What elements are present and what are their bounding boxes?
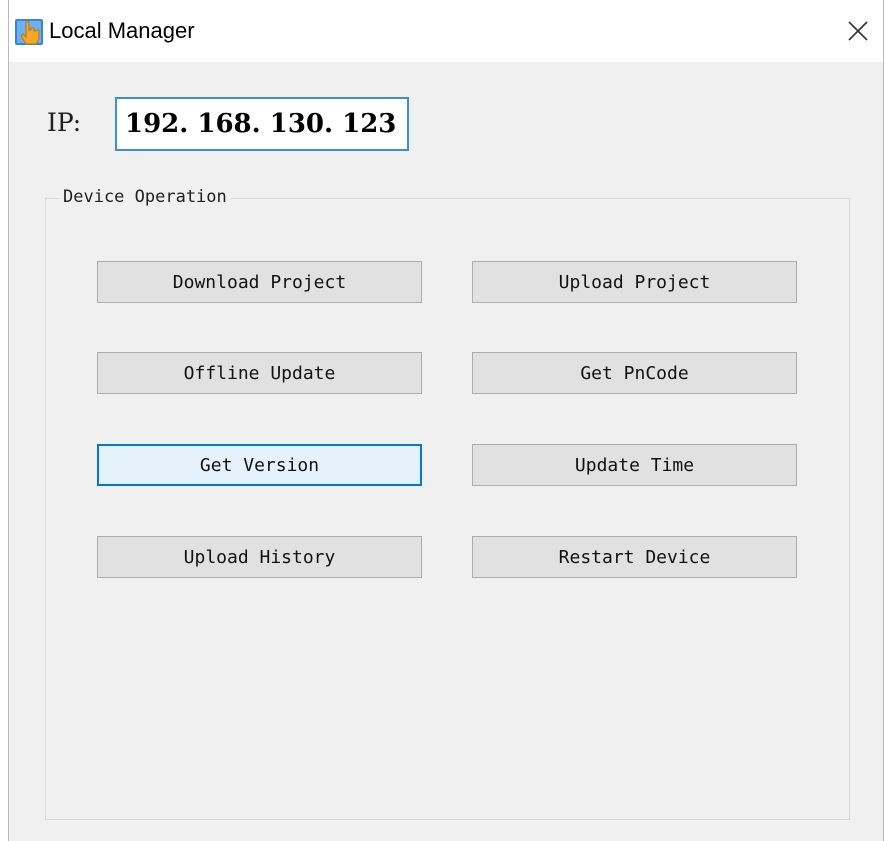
ip-address-input[interactable] [115, 97, 409, 151]
upload-project-button[interactable]: Upload Project [472, 261, 797, 303]
device-operation-legend: Device Operation [59, 184, 231, 210]
restart-device-button[interactable]: Restart Device [472, 536, 797, 578]
download-project-button[interactable]: Download Project [97, 261, 422, 303]
hand-pointer-icon [15, 19, 43, 45]
close-icon [848, 21, 868, 41]
upload-history-button[interactable]: Upload History [97, 536, 422, 578]
title-bar: Local Manager [9, 0, 883, 62]
close-button[interactable] [833, 0, 883, 62]
get-pncode-button[interactable]: Get PnCode [472, 352, 797, 394]
window-title: Local Manager [49, 18, 195, 43]
get-version-button[interactable]: Get Version [97, 444, 422, 486]
update-time-button[interactable]: Update Time [472, 444, 797, 486]
offline-update-button[interactable]: Offline Update [97, 352, 422, 394]
ip-label: IP: [47, 108, 82, 137]
local-manager-window: Local Manager IP: Device Operation Downl… [8, 0, 884, 841]
